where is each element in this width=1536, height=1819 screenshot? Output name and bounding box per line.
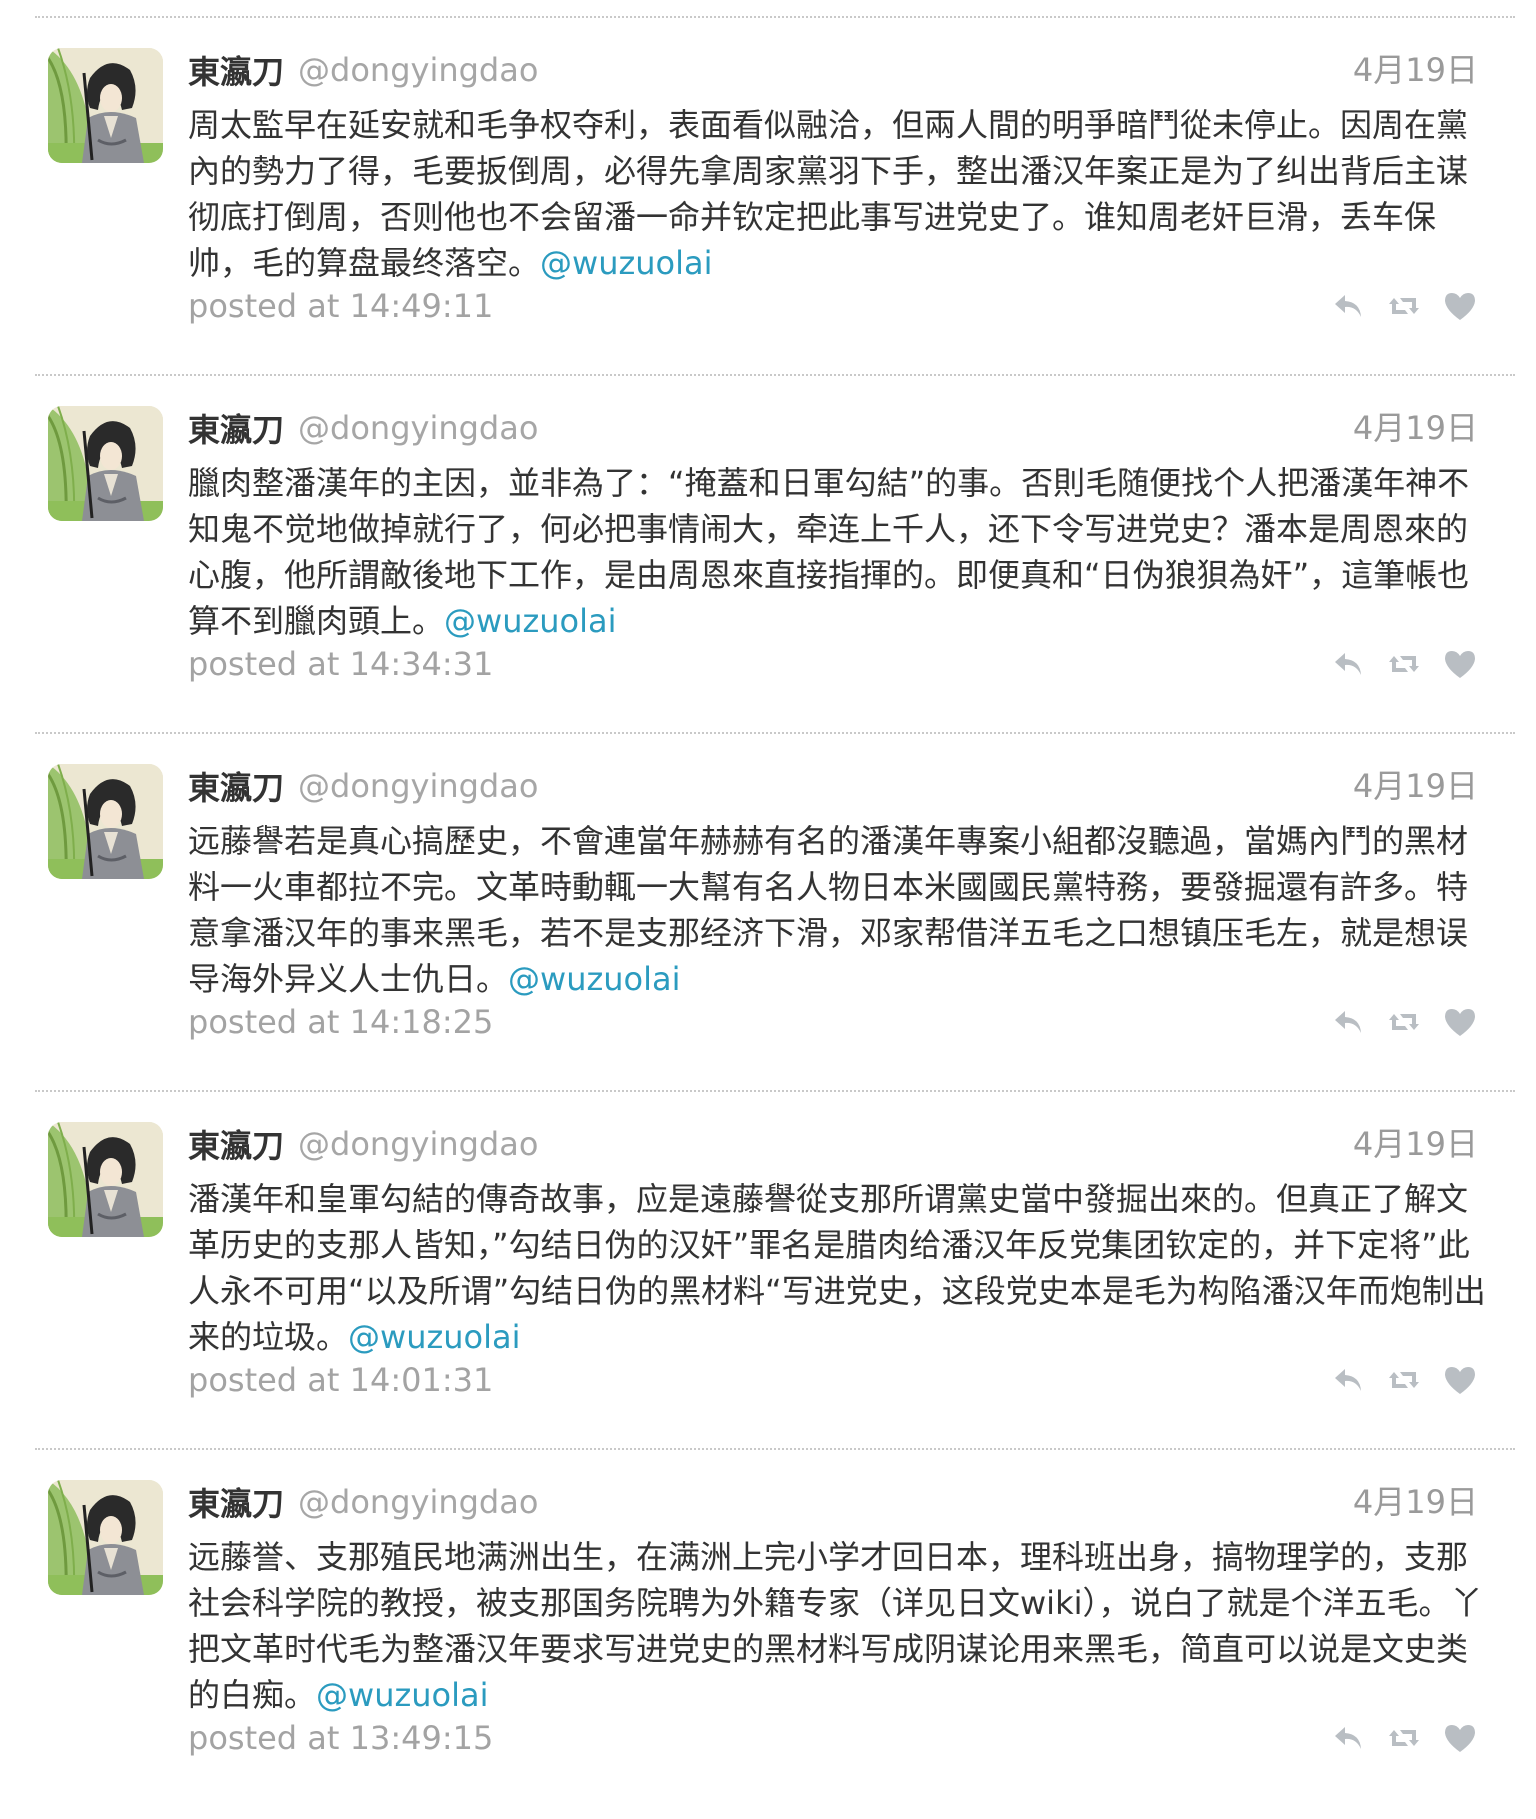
heart-icon bbox=[1445, 1725, 1475, 1752]
user-handle[interactable]: @dongyingdao bbox=[298, 767, 538, 805]
posted-time: posted at 14:34:31 bbox=[188, 645, 494, 683]
retweet-icon bbox=[1389, 1730, 1419, 1746]
posted-time: posted at 14:01:31 bbox=[188, 1361, 494, 1399]
reply-icon bbox=[1335, 1369, 1361, 1391]
posted-time: posted at 14:18:25 bbox=[188, 1003, 494, 1041]
favorite-button[interactable] bbox=[1442, 1362, 1478, 1398]
tweet-text: 远藤譽若是真心搞歷史，不會連當年赫赫有名的潘漢年專案小組都沒聽過，當媽內鬥的黑材… bbox=[188, 818, 1488, 1002]
user-handle[interactable]: @dongyingdao bbox=[298, 1125, 538, 1163]
tweet-date[interactable]: 4月19日 bbox=[1353, 1122, 1478, 1166]
posted-time: posted at 13:49:15 bbox=[188, 1719, 494, 1757]
tweet-body: 远藤譽若是真心搞歷史，不會連當年赫赫有名的潘漢年專案小組都沒聽過，當媽內鬥的黑材… bbox=[188, 822, 1469, 998]
retweet-icon bbox=[1389, 298, 1419, 314]
retweet-icon bbox=[1389, 656, 1419, 672]
tweet-actions bbox=[1330, 644, 1478, 684]
heart-icon bbox=[1445, 293, 1475, 320]
retweet-button[interactable] bbox=[1386, 1362, 1422, 1398]
heart-icon bbox=[1445, 1367, 1475, 1394]
tweet-actions bbox=[1330, 1360, 1478, 1400]
tweet-item[interactable]: 東瀛刀 @dongyingdao 4月19日 臘肉整潘漢年的主因，並非為了：“掩… bbox=[0, 358, 1536, 716]
reply-button[interactable] bbox=[1330, 646, 1366, 682]
avatar[interactable] bbox=[48, 48, 163, 163]
favorite-button[interactable] bbox=[1442, 1004, 1478, 1040]
tweet-actions bbox=[1330, 1002, 1478, 1042]
reply-button[interactable] bbox=[1330, 288, 1366, 324]
author-row: 東瀛刀 @dongyingdao bbox=[188, 764, 538, 808]
display-name[interactable]: 東瀛刀 bbox=[188, 405, 284, 451]
reply-icon bbox=[1335, 1727, 1361, 1749]
mention-link[interactable]: @wuzuolai bbox=[540, 244, 713, 282]
user-handle[interactable]: @dongyingdao bbox=[298, 1483, 538, 1521]
tweet-item[interactable]: 東瀛刀 @dongyingdao 4月19日 远藤譽若是真心搞歷史，不會連當年赫… bbox=[0, 716, 1536, 1074]
author-row: 東瀛刀 @dongyingdao bbox=[188, 1480, 538, 1524]
heart-icon bbox=[1445, 1009, 1475, 1036]
display-name[interactable]: 東瀛刀 bbox=[188, 47, 284, 93]
tweet-item[interactable]: 東瀛刀 @dongyingdao 4月19日 周太監早在延安就和毛争权夺利，表面… bbox=[0, 0, 1536, 358]
tweet-body: 臘肉整潘漢年的主因，並非為了：“掩蓋和日軍勾結”的事。否則毛随便找个人把潘漢年神… bbox=[188, 464, 1470, 640]
reply-button[interactable] bbox=[1330, 1004, 1366, 1040]
tweet-date[interactable]: 4月19日 bbox=[1353, 764, 1478, 808]
tweet-item[interactable]: 東瀛刀 @dongyingdao 4月19日 远藤誉、支那殖民地满洲出生，在满洲… bbox=[0, 1432, 1536, 1790]
reply-button[interactable] bbox=[1330, 1362, 1366, 1398]
mention-link[interactable]: @wuzuolai bbox=[508, 960, 681, 998]
user-handle[interactable]: @dongyingdao bbox=[298, 51, 538, 89]
display-name[interactable]: 東瀛刀 bbox=[188, 1479, 284, 1525]
retweet-icon bbox=[1389, 1372, 1419, 1388]
avatar[interactable] bbox=[48, 406, 163, 521]
favorite-button[interactable] bbox=[1442, 288, 1478, 324]
mention-link[interactable]: @wuzuolai bbox=[444, 602, 617, 640]
tweet-text: 远藤誉、支那殖民地满洲出生，在满洲上完小学才回日本，理科班出身，搞物理学的，支那… bbox=[188, 1534, 1488, 1718]
heart-icon bbox=[1445, 651, 1475, 678]
tweet-text: 臘肉整潘漢年的主因，並非為了：“掩蓋和日軍勾結”的事。否則毛随便找个人把潘漢年神… bbox=[188, 460, 1488, 644]
tweet-actions bbox=[1330, 1718, 1478, 1758]
reply-icon bbox=[1335, 653, 1361, 675]
posted-time: posted at 14:49:11 bbox=[188, 287, 494, 325]
retweet-button[interactable] bbox=[1386, 646, 1422, 682]
retweet-button[interactable] bbox=[1386, 1720, 1422, 1756]
avatar[interactable] bbox=[48, 764, 163, 879]
mention-link[interactable]: @wuzuolai bbox=[348, 1318, 521, 1356]
tweet-actions bbox=[1330, 286, 1478, 326]
display-name[interactable]: 東瀛刀 bbox=[188, 1121, 284, 1167]
avatar[interactable] bbox=[48, 1122, 163, 1237]
tweet-item[interactable]: 東瀛刀 @dongyingdao 4月19日 潘漢年和皇軍勾結的傳奇故事，应是遠… bbox=[0, 1074, 1536, 1432]
mention-link[interactable]: @wuzuolai bbox=[316, 1676, 489, 1714]
tweet-body: 周太監早在延安就和毛争权夺利，表面看似融洽，但兩人間的明爭暗鬥從未停止。因周在黨… bbox=[188, 106, 1469, 282]
avatar[interactable] bbox=[48, 1480, 163, 1595]
favorite-button[interactable] bbox=[1442, 646, 1478, 682]
reply-icon bbox=[1335, 295, 1361, 317]
author-row: 東瀛刀 @dongyingdao bbox=[188, 48, 538, 92]
display-name[interactable]: 東瀛刀 bbox=[188, 763, 284, 809]
retweet-button[interactable] bbox=[1386, 1004, 1422, 1040]
author-row: 東瀛刀 @dongyingdao bbox=[188, 1122, 538, 1166]
tweet-text: 潘漢年和皇軍勾結的傳奇故事，应是遠藤譽從支那所谓黨史當中發掘出來的。但真正了解文… bbox=[188, 1176, 1488, 1360]
retweet-icon bbox=[1389, 1014, 1419, 1030]
user-handle[interactable]: @dongyingdao bbox=[298, 409, 538, 447]
tweet-date[interactable]: 4月19日 bbox=[1353, 1480, 1478, 1524]
author-row: 東瀛刀 @dongyingdao bbox=[188, 406, 538, 450]
retweet-button[interactable] bbox=[1386, 288, 1422, 324]
tweet-text: 周太監早在延安就和毛争权夺利，表面看似融洽，但兩人間的明爭暗鬥從未停止。因周在黨… bbox=[188, 102, 1488, 286]
reply-icon bbox=[1335, 1011, 1361, 1033]
favorite-button[interactable] bbox=[1442, 1720, 1478, 1756]
reply-button[interactable] bbox=[1330, 1720, 1366, 1756]
tweet-date[interactable]: 4月19日 bbox=[1353, 406, 1478, 450]
tweet-date[interactable]: 4月19日 bbox=[1353, 48, 1478, 92]
